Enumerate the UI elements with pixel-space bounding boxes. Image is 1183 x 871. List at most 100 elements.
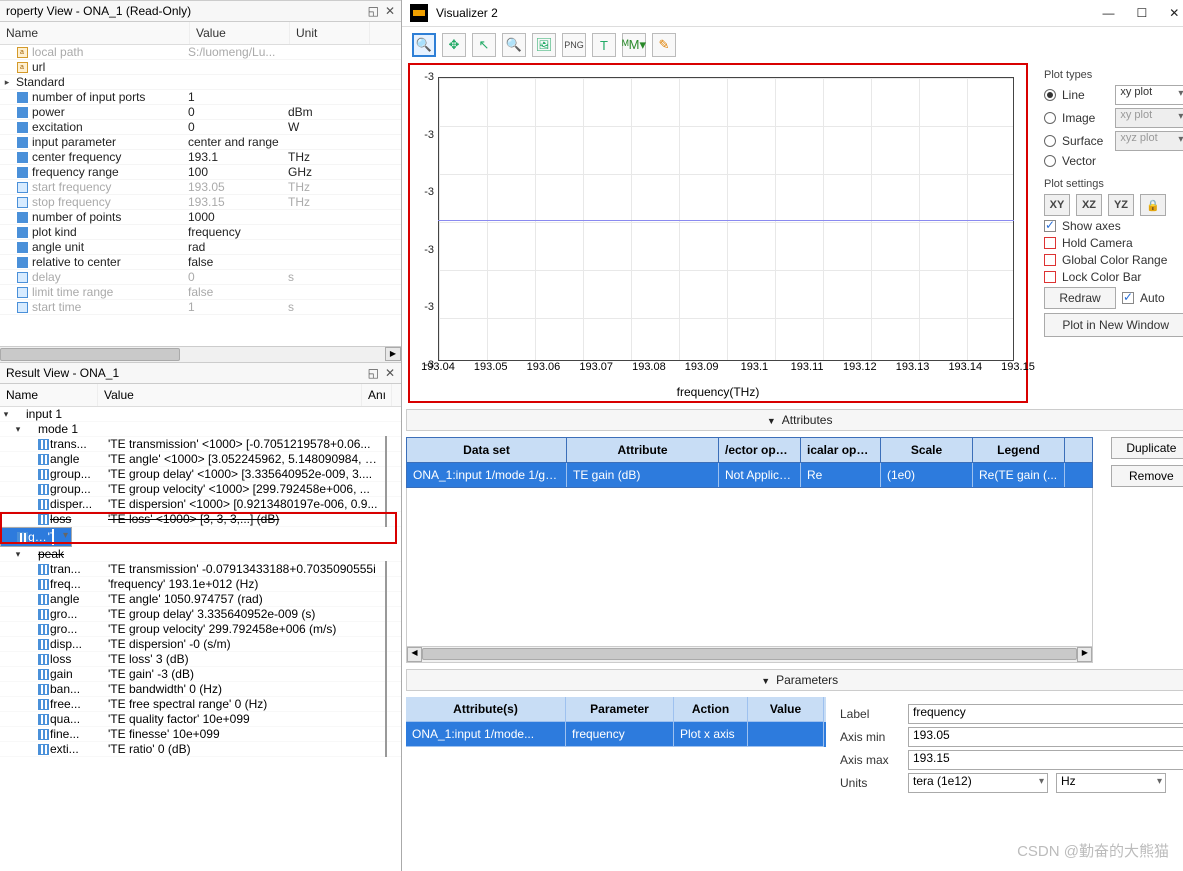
plot-new-window-button[interactable]: Plot in New Window <box>1044 313 1183 337</box>
property-row[interactable]: excitation0W <box>0 120 401 135</box>
close-button[interactable]: ✕ <box>1169 6 1179 20</box>
pan-icon[interactable]: ✥ <box>442 33 466 57</box>
parameters-section-header[interactable]: Parameters <box>406 669 1183 691</box>
line-radio[interactable] <box>1044 89 1056 101</box>
visualizer-title: Visualizer 2 <box>436 6 498 20</box>
attributes-table[interactable]: Data setAttribute /ector operatioricalar… <box>406 437 1093 488</box>
result-row[interactable]: disper...'TE dispersion' <1000> [0.92134… <box>0 497 401 512</box>
property-row[interactable]: power0dBm <box>0 105 401 120</box>
global-color-check[interactable] <box>1044 254 1056 266</box>
parameters-table[interactable]: Attribute(s)Parameter ActionValue ONA_1:… <box>406 697 826 800</box>
attr-hscroll[interactable]: ◀▶ <box>407 646 1092 662</box>
parameters-form: Labelfrequency Axis min193.05 Axis max19… <box>836 697 1183 800</box>
result-row[interactable]: loss'TE loss' 3 (dB) <box>0 652 401 667</box>
property-row[interactable]: start frequency193.05THz <box>0 180 401 195</box>
xz-button[interactable]: XZ <box>1076 194 1102 216</box>
text-tool-icon[interactable]: T <box>592 33 616 57</box>
result-row[interactable]: ▾input 1 <box>0 407 401 422</box>
close-icon[interactable]: ✕ <box>385 4 395 18</box>
maximize-button[interactable]: ☐ <box>1137 6 1148 20</box>
result-row[interactable]: qua...'TE quality factor' 10e+099 <box>0 712 401 727</box>
result-row[interactable]: tran...'TE transmission' -0.07913433188+… <box>0 562 401 577</box>
result-row[interactable]: gain'TE gain' -3 (dB) <box>0 667 401 682</box>
png-export-icon[interactable]: PNG <box>562 33 586 57</box>
result-view-title: Result View - ONA_1 <box>6 366 119 380</box>
property-row[interactable]: number of points1000 <box>0 210 401 225</box>
yz-button[interactable]: YZ <box>1108 194 1134 216</box>
result-view-header: Result View - ONA_1 ◱ ✕ <box>0 362 401 384</box>
units-unit-select[interactable]: Hz <box>1056 773 1166 793</box>
visualizer-titlebar: Visualizer 2 — ☐ ✕ <box>402 0 1183 27</box>
result-rows[interactable]: ▾input 1▾mode 1trans...'TE transmission'… <box>0 407 401 871</box>
result-row[interactable]: exti...'TE ratio' 0 (dB) <box>0 742 401 757</box>
result-row[interactable]: fine...'TE finesse' 10e+099 <box>0 727 401 742</box>
minimize-button[interactable]: — <box>1103 6 1115 20</box>
undock-icon[interactable]: ◱ <box>368 4 379 18</box>
redraw-button[interactable]: Redraw <box>1044 287 1116 309</box>
remove-button[interactable]: Remove <box>1111 465 1183 487</box>
result-row[interactable]: group...'TE group velocity' <1000> [299.… <box>0 482 401 497</box>
property-row[interactable]: start time1s <box>0 300 401 315</box>
result-row[interactable]: ▾peak <box>0 547 401 562</box>
result-row[interactable]: disp...'TE dispersion' -0 (s/m) <box>0 637 401 652</box>
undock-icon[interactable]: ◱ <box>368 366 379 380</box>
watermark: CSDN @勤奋的大熊猫 <box>1017 840 1169 861</box>
image-export-icon[interactable]: 🖼 <box>532 33 556 57</box>
property-row[interactable]: stop frequency193.15THz <box>0 195 401 210</box>
property-row[interactable]: limit time rangefalse <box>0 285 401 300</box>
x-axis-label: frequency(THz) <box>677 385 760 399</box>
property-row[interactable]: input parametercenter and range <box>0 135 401 150</box>
attributes-section-header[interactable]: Attributes <box>406 409 1183 431</box>
image-radio[interactable] <box>1044 112 1056 124</box>
property-row[interactable]: delay0s <box>0 270 401 285</box>
result-row[interactable]: angle'TE angle' <1000> [3.052245962, 5.1… <box>0 452 401 467</box>
surface-radio[interactable] <box>1044 135 1056 147</box>
property-row[interactable]: aurl <box>0 60 401 75</box>
axis-max-input[interactable]: 193.15 <box>908 750 1183 770</box>
property-rows[interactable]: alocal pathS:/luomeng/Lu...aurl▸Standard… <box>0 45 401 346</box>
property-row[interactable]: frequency range100GHz <box>0 165 401 180</box>
result-row[interactable]: gro...'TE group delay' 3.335640952e-009 … <box>0 607 401 622</box>
parameters-row[interactable]: ONA_1:input 1/mode...frequency Plot x ax… <box>406 722 826 747</box>
result-row[interactable]: ban...'TE bandwidth' 0 (Hz) <box>0 682 401 697</box>
result-row[interactable]: ▾mode 1 <box>0 422 401 437</box>
result-row[interactable]: group...'TE group delay' <1000> [3.33564… <box>0 467 401 482</box>
property-row[interactable]: ▸Standard <box>0 75 401 90</box>
property-row[interactable]: relative to centerfalse <box>0 255 401 270</box>
lock-colorbar-check[interactable] <box>1044 271 1056 283</box>
axis-min-input[interactable]: 193.05 <box>908 727 1183 747</box>
result-row[interactable]: free...'TE free spectral range' 0 (Hz) <box>0 697 401 712</box>
attributes-row[interactable]: ONA_1:input 1/mode 1/gainTE gain (dB) No… <box>407 463 1092 487</box>
edit-icon[interactable]: ✎ <box>652 33 676 57</box>
result-row[interactable]: trans...'TE transmission' <1000> [-0.705… <box>0 437 401 452</box>
property-row[interactable]: alocal pathS:/luomeng/Lu... <box>0 45 401 60</box>
show-axes-check[interactable] <box>1044 220 1056 232</box>
cursor-icon[interactable]: ↖ <box>472 33 496 57</box>
property-row[interactable]: number of input ports1 <box>0 90 401 105</box>
zoom-reset-icon[interactable]: 🔍 <box>502 33 526 57</box>
label-input[interactable]: frequency <box>908 704 1183 724</box>
auto-check[interactable] <box>1122 292 1134 304</box>
units-scale-select[interactable]: tera (1e12) <box>908 773 1048 793</box>
result-row[interactable]: loss'TE loss' <1000> [3, 3, 3,...] (dB) <box>0 512 401 527</box>
property-hscroll[interactable]: ▶ <box>0 346 401 362</box>
plot-area[interactable]: -3-3-3-3-3-3 193.04193.05193.06193.07193… <box>408 63 1028 403</box>
zoom-region-icon[interactable]: 🔍 <box>412 33 436 57</box>
vector-radio[interactable] <box>1044 155 1056 167</box>
property-row[interactable]: center frequency193.1THz <box>0 150 401 165</box>
matlab-export-icon[interactable]: ᴹM▾ <box>622 33 646 57</box>
property-row[interactable]: plot kindfrequency <box>0 225 401 240</box>
plot-types-header: Plot types <box>1044 69 1183 81</box>
line-plot-select[interactable]: xy plot <box>1115 85 1183 105</box>
duplicate-button[interactable]: Duplicate <box>1111 437 1183 459</box>
xy-button[interactable]: XY <box>1044 194 1070 216</box>
result-row[interactable]: freq...'frequency' 193.1e+012 (Hz) <box>0 577 401 592</box>
property-row[interactable]: angle unitrad <box>0 240 401 255</box>
result-row[interactable]: angle'TE angle' 1050.974757 (rad) <box>0 592 401 607</box>
visualizer-toolbar: 🔍 ✥ ↖ 🔍 🖼 PNG T ᴹM▾ ✎ <box>402 27 1183 63</box>
hold-camera-check[interactable] <box>1044 237 1056 249</box>
result-row[interactable]: gain'TE gain' <1000> [-3, -3, -3,...] (d… <box>0 527 72 547</box>
lock-button[interactable]: 🔒 <box>1140 194 1166 216</box>
close-icon[interactable]: ✕ <box>385 366 395 380</box>
result-row[interactable]: gro...'TE group velocity' 299.792458e+00… <box>0 622 401 637</box>
